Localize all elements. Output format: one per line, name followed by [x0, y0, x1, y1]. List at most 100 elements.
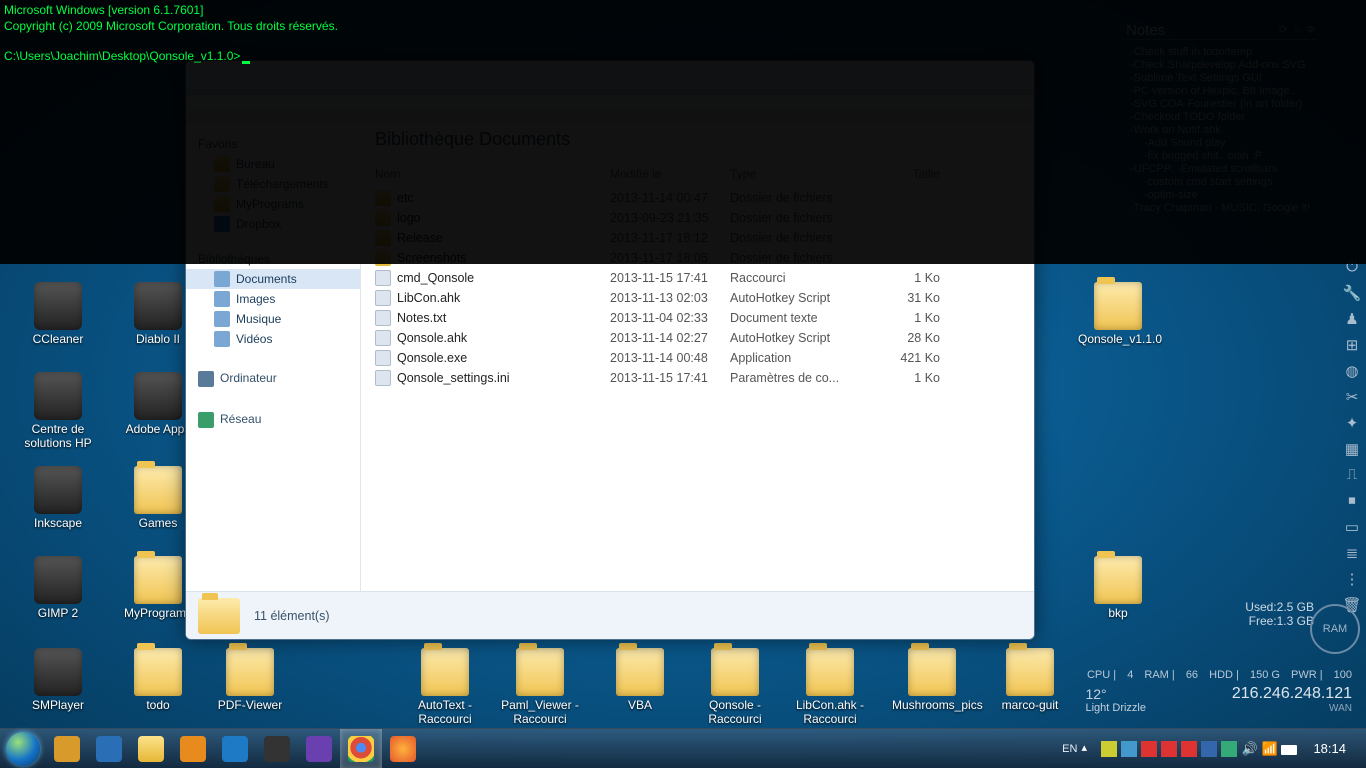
cut-icon[interactable]: ✂ [1342, 388, 1362, 408]
ram-free: Free:1.3 GB [1245, 614, 1314, 628]
app-icon [34, 282, 82, 330]
windows-icon[interactable]: ⊞ [1342, 336, 1362, 356]
file-row[interactable]: LibCon.ahk 2013-11-13 02:03 AutoHotkey S… [361, 288, 1034, 308]
desktop-icon[interactable]: Inkscape [18, 466, 98, 530]
tray-icon[interactable] [1101, 741, 1117, 757]
app-icon [306, 736, 332, 762]
folder-icon [138, 736, 164, 762]
file-name: Qonsole.exe [397, 351, 467, 365]
file-type: AutoHotkey Script [730, 331, 870, 345]
taskbar-app[interactable] [298, 729, 340, 768]
taskbar-music[interactable] [214, 729, 256, 768]
desktop-icon[interactable]: PDF-Viewer [210, 648, 290, 712]
status-text: 11 élément(s) [254, 609, 330, 623]
desktop-icon[interactable]: Qonsole_v1.1.0 [1078, 282, 1158, 346]
folder-icon [198, 598, 240, 634]
volume-icon[interactable]: 🔊 [1241, 741, 1257, 757]
tray-icon[interactable] [1181, 741, 1197, 757]
folder-icon [134, 648, 182, 696]
app-icon [34, 648, 82, 696]
chrome-icon [348, 736, 374, 762]
console-prompt[interactable]: C:\Users\Joachim\Desktop\Qonsole_v1.1.0> [4, 48, 1362, 64]
desktop-icon[interactable]: todo [118, 648, 198, 712]
desktop-icon[interactable]: bkp [1078, 556, 1158, 620]
nav-ordinateur[interactable]: Ordinateur [186, 363, 360, 390]
desktop-icon[interactable]: Qonsole - Raccourci [695, 648, 775, 726]
file-icon [375, 370, 391, 386]
nav-documents[interactable]: Documents [186, 269, 360, 289]
file-date: 2013-11-13 02:03 [610, 291, 730, 305]
person-icon[interactable]: ♟ [1342, 310, 1362, 330]
file-type: Paramètres de co... [730, 371, 870, 385]
start-button[interactable] [0, 729, 46, 768]
folder-icon [1094, 282, 1142, 330]
tray-icon[interactable] [1121, 741, 1137, 757]
taskbar-explorer[interactable] [130, 729, 172, 768]
dots-icon[interactable]: ⋮ [1342, 570, 1362, 590]
clock[interactable]: 18:14 [1301, 741, 1358, 756]
nav-musique[interactable]: Musique [186, 309, 360, 329]
lock-icon[interactable]: ⏹ [1342, 492, 1362, 512]
icon-label: bkp [1078, 606, 1158, 620]
star-icon[interactable]: ✦ [1342, 414, 1362, 434]
file-name: cmd_Qonsole [397, 271, 474, 285]
folder-icon [516, 648, 564, 696]
file-date: 2013-11-15 17:41 [610, 371, 730, 385]
file-name: LibCon.ahk [397, 291, 460, 305]
file-row[interactable]: cmd_Qonsole 2013-11-15 17:41 Raccourci 1… [361, 268, 1034, 288]
videos-icon [214, 331, 230, 347]
computer-icon [198, 371, 214, 387]
list-icon[interactable]: ≣ [1342, 544, 1362, 564]
weather-temp: 12° [1085, 686, 1146, 702]
tray-icon[interactable] [1201, 741, 1217, 757]
ram-meter: Used:2.5 GB Free:1.3 GB RAM [1245, 600, 1314, 628]
icon-label: SMPlayer [18, 698, 98, 712]
taskbar-media[interactable] [172, 729, 214, 768]
tray-icon[interactable] [1161, 741, 1177, 757]
wrench-icon[interactable]: 🔧 [1342, 284, 1362, 304]
icon-label: PDF-Viewer [210, 698, 290, 712]
desktop-icon[interactable]: marco-guit [990, 648, 1070, 712]
grid-icon[interactable]: ▦ [1342, 440, 1362, 460]
desktop-icon[interactable]: GIMP 2 [18, 556, 98, 620]
chevron-up-icon[interactable]: ▴ [1081, 741, 1097, 757]
desktop-icon[interactable]: Mushrooms_pics [892, 648, 972, 712]
nav-images[interactable]: Images [186, 289, 360, 309]
document-icon[interactable]: ▭ [1342, 518, 1362, 538]
console-overlay[interactable]: Microsoft Windows [version 6.1.7601] Cop… [0, 0, 1366, 264]
tray-icon[interactable] [1221, 741, 1237, 757]
file-icon [375, 330, 391, 346]
taskbar-chrome[interactable] [340, 729, 382, 768]
file-row[interactable]: Qonsole_settings.ini 2013-11-15 17:41 Pa… [361, 368, 1034, 388]
network-icon[interactable]: 📶 [1261, 741, 1277, 757]
desktop-icon[interactable]: VBA [600, 648, 680, 712]
file-row[interactable]: Qonsole.exe 2013-11-14 00:48 Application… [361, 348, 1034, 368]
desktop-icon[interactable]: CCleaner [18, 282, 98, 346]
file-date: 2013-11-14 02:27 [610, 331, 730, 345]
file-row[interactable]: Qonsole.ahk 2013-11-14 02:27 AutoHotkey … [361, 328, 1034, 348]
taskbar-firefox[interactable] [382, 729, 424, 768]
lang-indicator[interactable]: EN [1062, 743, 1077, 755]
desktop-icon[interactable]: Paml_Viewer - Raccourci [500, 648, 580, 726]
nav-videos[interactable]: Vidéos [186, 329, 360, 349]
tray-icon[interactable] [1141, 741, 1157, 757]
folder-icon [421, 648, 469, 696]
battery-icon[interactable] [1281, 745, 1297, 755]
taskbar-app[interactable] [46, 729, 88, 768]
desktop-icon[interactable]: AutoText - Raccourci [405, 648, 485, 726]
taskbar-app[interactable] [256, 729, 298, 768]
desktop-icon[interactable]: Centre de solutions HP [18, 372, 98, 450]
file-type: Raccourci [730, 271, 870, 285]
folder-icon [1094, 556, 1142, 604]
taskbar-app[interactable] [88, 729, 130, 768]
globe-icon[interactable]: ◍ [1342, 362, 1362, 382]
file-icon [375, 270, 391, 286]
icon-label: Mushrooms_pics [892, 698, 972, 712]
file-row[interactable]: Notes.txt 2013-11-04 02:33 Document text… [361, 308, 1034, 328]
icon-label: LibCon.ahk - Raccourci [790, 698, 870, 726]
nav-reseau[interactable]: Réseau [186, 404, 360, 431]
folder-icon [616, 648, 664, 696]
desktop-icon[interactable]: SMPlayer [18, 648, 98, 712]
rss-icon[interactable]: ⎍ [1342, 466, 1362, 486]
desktop-icon[interactable]: LibCon.ahk - Raccourci [790, 648, 870, 726]
